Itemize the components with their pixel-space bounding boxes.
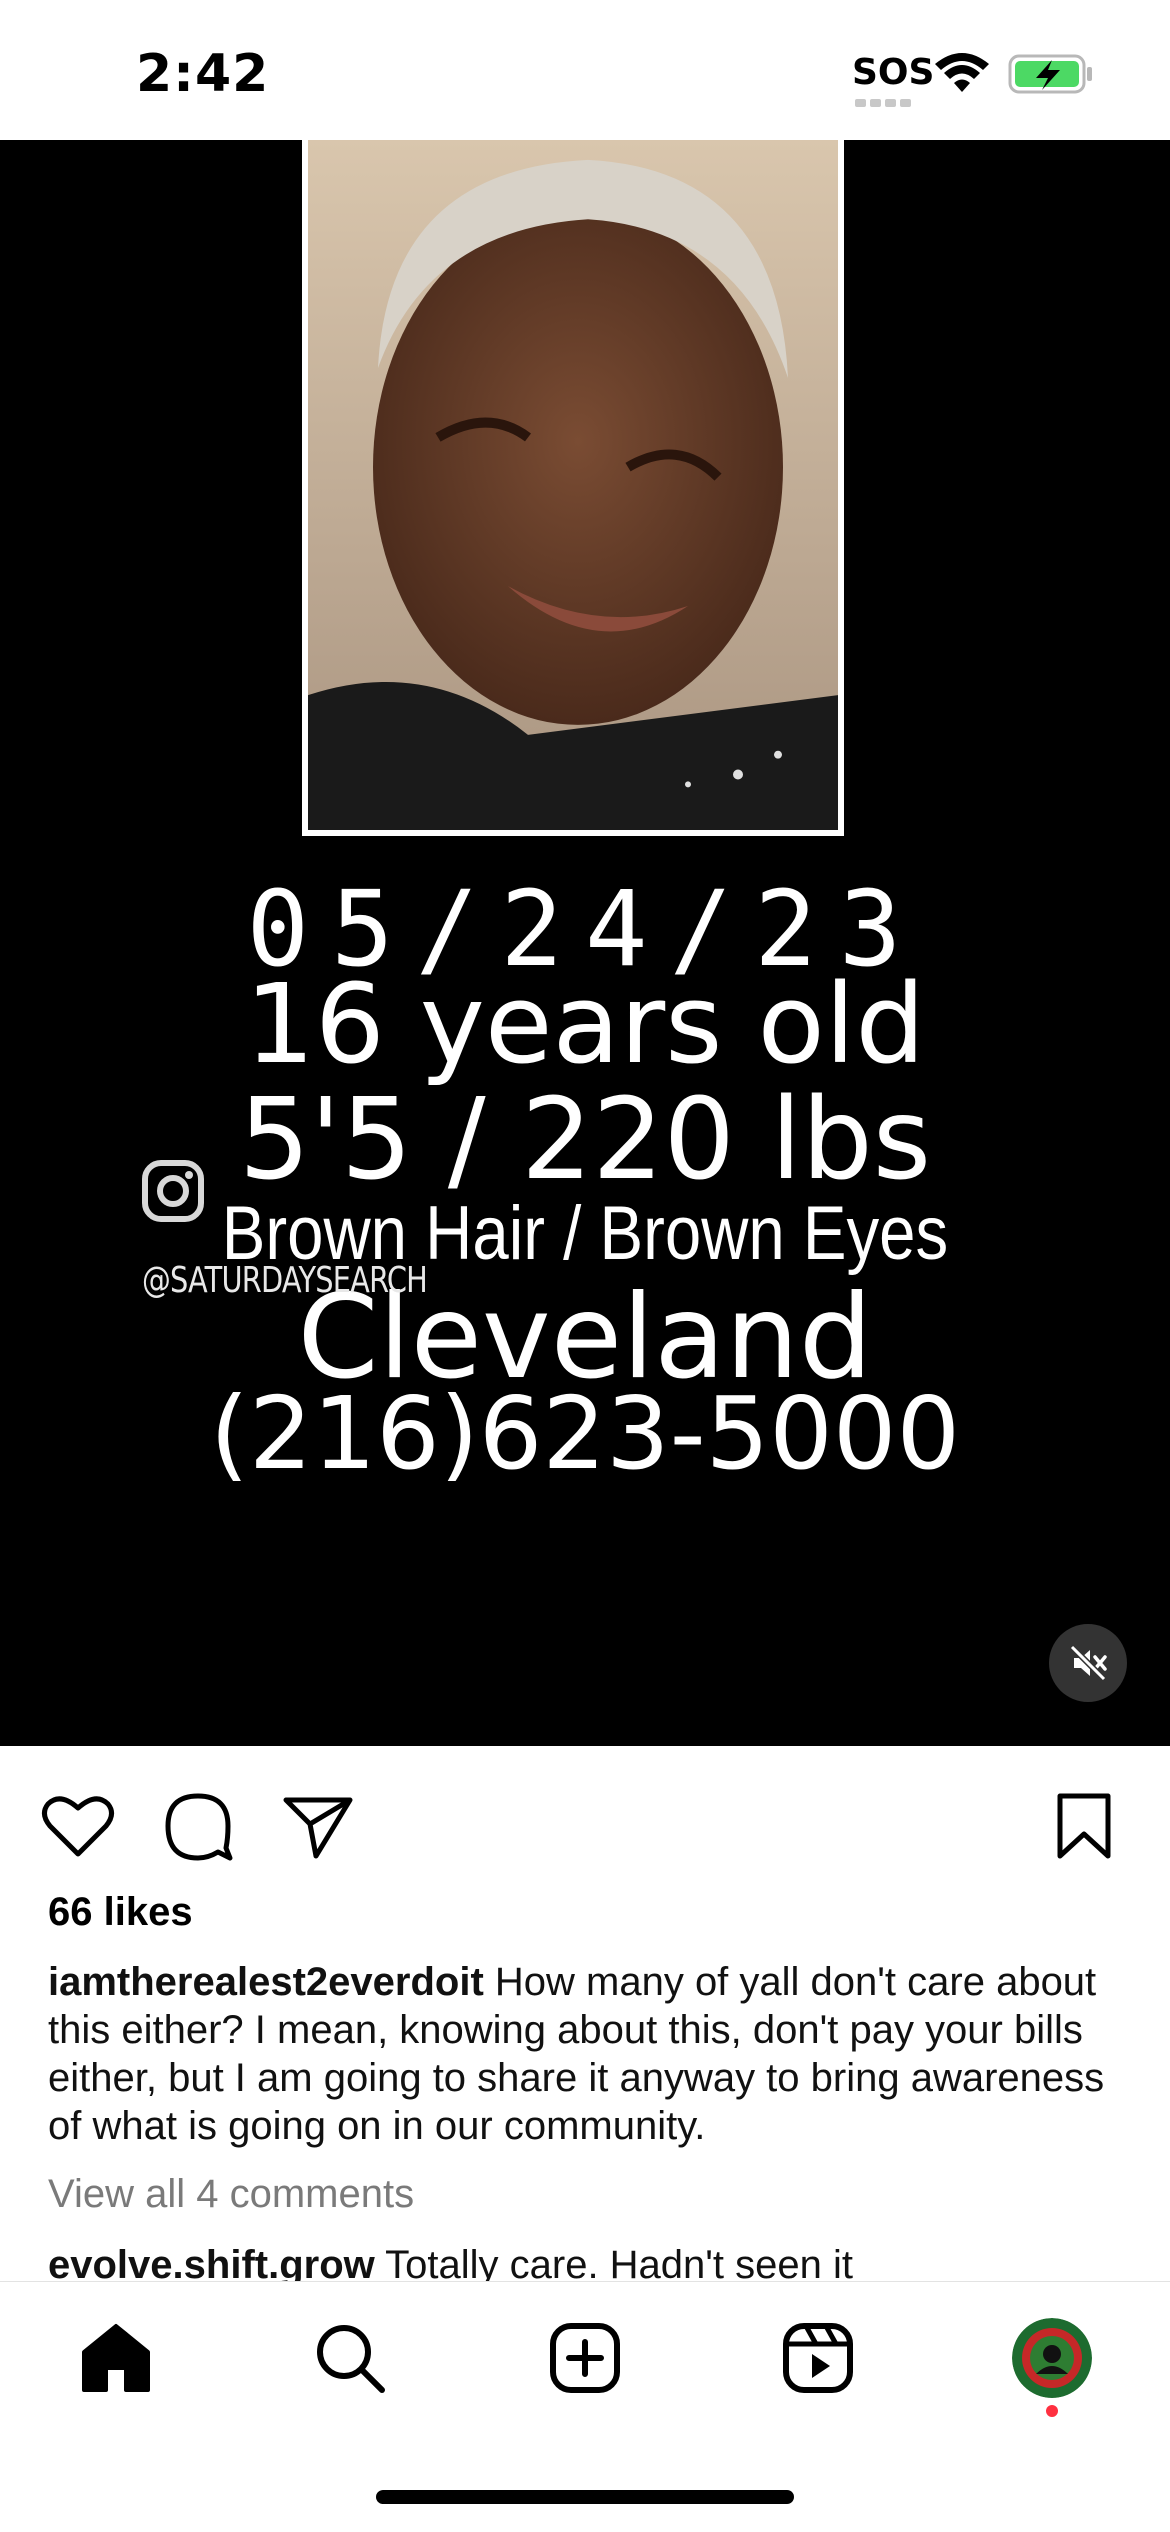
caption-username[interactable]: iamtherealest2everdoit bbox=[48, 1960, 484, 2004]
signal-dots bbox=[855, 94, 915, 107]
notification-dot bbox=[1046, 2405, 1058, 2417]
wifi-icon bbox=[935, 53, 989, 92]
comment-preview[interactable]: evolve.shift.grow Totally care. Hadn't s… bbox=[48, 2236, 1138, 2282]
search-icon[interactable] bbox=[310, 2318, 390, 2398]
status-bar: 2:42 SOS bbox=[0, 0, 1170, 140]
reels-icon[interactable] bbox=[778, 2318, 858, 2398]
comment-bubble-icon[interactable] bbox=[160, 1788, 236, 1864]
comment-username[interactable]: evolve.shift.grow bbox=[48, 2243, 375, 2282]
view-all-comments-link[interactable]: View all 4 comments bbox=[48, 2172, 414, 2217]
comment-text: Totally care. Hadn't seen it bbox=[374, 2243, 854, 2282]
missing-age: 16 years old bbox=[244, 960, 926, 1088]
speaker-muted-icon bbox=[1069, 1644, 1107, 1682]
instagram-icon bbox=[142, 1160, 204, 1222]
battery-charging-icon bbox=[1008, 54, 1092, 94]
contact-phone: (216)623-5000 bbox=[209, 1375, 961, 1492]
status-time: 2:42 bbox=[136, 44, 270, 104]
paper-plane-icon[interactable] bbox=[280, 1788, 356, 1864]
heart-icon[interactable] bbox=[40, 1788, 116, 1864]
missing-person-photo bbox=[302, 140, 844, 836]
home-indicator[interactable] bbox=[376, 2490, 794, 2504]
profile-avatar[interactable] bbox=[1012, 2318, 1092, 2398]
sos-indicator: SOS bbox=[852, 52, 935, 93]
home-icon[interactable] bbox=[76, 2318, 156, 2398]
create-post-icon[interactable] bbox=[545, 2318, 625, 2398]
watermark-handle: @SATURDAYSEARCH bbox=[142, 1260, 428, 1301]
post-actions bbox=[0, 1746, 1170, 1896]
likes-count[interactable]: 66 likes bbox=[48, 1890, 193, 1935]
post-caption: iamtherealest2everdoit How many of yall … bbox=[48, 1958, 1138, 2150]
bookmark-icon[interactable] bbox=[1046, 1788, 1122, 1864]
mute-button[interactable] bbox=[1049, 1624, 1127, 1702]
post-media[interactable]: 05/24/23 16 years old 5'5 / 220 lbs Brow… bbox=[0, 140, 1170, 1746]
